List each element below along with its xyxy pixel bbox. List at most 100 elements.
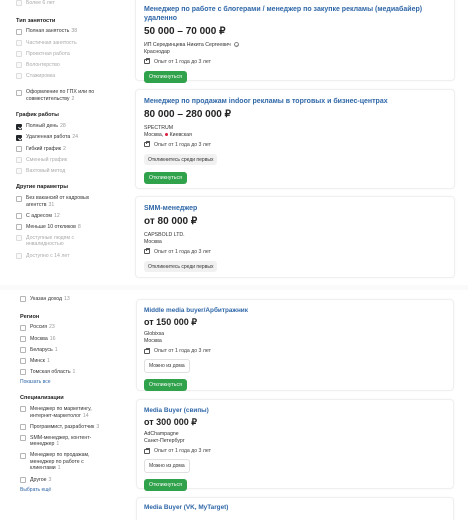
filter-option[interactable]: Вахтовый метод — [16, 168, 112, 175]
vacancy-employer[interactable]: CAPSBOLD LTD. — [144, 232, 446, 238]
choose-more-specializations-link[interactable]: Выбрать ещё — [20, 487, 100, 493]
filter-option[interactable]: Сменный график — [16, 157, 112, 164]
checkbox[interactable] — [20, 296, 26, 303]
briefcase-icon — [144, 447, 151, 454]
checkbox[interactable] — [16, 252, 22, 259]
filter-option[interactable]: Программист, разработчик 3 — [20, 424, 100, 431]
checkbox[interactable] — [16, 224, 22, 231]
vacancy-title-link[interactable]: Media Buyer (VK, MyTarget) — [144, 504, 446, 512]
verified-icon — [233, 42, 239, 47]
filter-option[interactable]: Москва 16 — [20, 336, 100, 343]
checkbox-checked[interactable] — [16, 134, 22, 141]
vacancy-title-link[interactable]: Middle media buyer/Арбитражник — [144, 307, 446, 315]
vacancy-card: Media Buyer (свипы) от 300 000 ₽ AdChamp… — [136, 399, 454, 491]
checkbox[interactable] — [20, 452, 26, 459]
specializations-group-title: Специализации — [20, 395, 64, 402]
schedule-group-title: График работы — [16, 112, 59, 119]
vacancy-salary: от 150 000 ₽ — [144, 317, 197, 327]
vacancy-employer[interactable]: SPECTRUM — [144, 125, 446, 131]
checkbox[interactable] — [16, 50, 22, 57]
vacancy-salary: от 300 000 ₽ — [144, 417, 197, 427]
filter-option[interactable]: SMM-менеджер, контент-менеджер 1 — [20, 435, 100, 448]
checkbox[interactable] — [20, 424, 26, 431]
apply-button[interactable]: Откликнуться — [144, 171, 187, 184]
apply-button[interactable]: Откликнуться — [144, 378, 187, 391]
specializations-options: Менеджер по маркетингу, интернет-маркето… — [20, 406, 100, 483]
checkbox[interactable] — [16, 235, 22, 242]
filter-option[interactable]: Гибкий график 2 — [16, 146, 112, 153]
checkbox[interactable] — [16, 73, 22, 80]
filter-option[interactable]: Томская область 1 — [20, 369, 100, 376]
filter-option[interactable]: Оформление по ГПХ или по совместительств… — [16, 89, 112, 102]
filter-option[interactable]: Удаленная работа 24 — [16, 134, 112, 141]
filter-option[interactable]: Полная занятость 38 — [16, 28, 112, 35]
checkbox[interactable] — [16, 0, 22, 7]
filter-option[interactable]: Россия 23 — [20, 324, 100, 331]
filter-sidebar-top: Более 6 лет Тип занятости Полная занятос… — [16, 0, 112, 264]
vacancy-city: Москва — [144, 238, 162, 245]
vacancy-title-link[interactable]: Менеджер по продажам indoor рекламы в то… — [144, 98, 446, 107]
vacancy-card: Менеджер по работе с блогерами / менедже… — [135, 0, 455, 83]
filter-sidebar-bottom: Указан доход 13 Регион Россия 23 Москва 16 … — [20, 296, 100, 500]
briefcase-icon — [144, 141, 151, 148]
filter-option[interactable]: Другое 3 — [20, 477, 100, 484]
vacancy-title-link[interactable]: Менеджер по работе с блогерами / менедже… — [144, 6, 446, 24]
vacancy-employer[interactable]: Globixsa — [144, 331, 446, 337]
checkbox[interactable] — [16, 145, 22, 152]
filter-option[interactable]: Доступно с 14 лет — [16, 253, 112, 260]
checkbox[interactable] — [16, 213, 22, 220]
employment-options: Полная занятость 38 Частичная занятость П… — [16, 28, 112, 102]
checkbox[interactable] — [20, 335, 26, 342]
respond-first-badge: Откликнитесь среди первых — [144, 154, 218, 166]
filter-option[interactable]: Минск 1 — [20, 358, 100, 365]
vacancy-employer[interactable]: ИП Серединцева Никита Сергеевич — [144, 42, 446, 48]
checkbox[interactable] — [16, 62, 22, 69]
employment-group-title: Тип занятости — [16, 17, 56, 24]
checkbox[interactable] — [20, 358, 26, 365]
checkbox[interactable] — [16, 89, 22, 96]
filter-option[interactable]: Проектная работа — [16, 51, 112, 58]
filter-option[interactable]: Доступные людям с инвалидностью — [16, 235, 112, 248]
vacancy-card: Media Buyer (VK, MyTarget) — [136, 497, 454, 520]
vacancy-title-link[interactable]: Media Buyer (свипы) — [144, 407, 446, 415]
apply-button[interactable]: Откликнуться — [144, 478, 187, 491]
filter-option[interactable]: Менеджер по маркетингу, интернет-маркето… — [20, 406, 100, 419]
filter-option[interactable]: Менеджер по продажам, менеджер по работе… — [20, 452, 100, 472]
vacancy-employer[interactable]: AdChampagne — [144, 431, 446, 437]
apply-button[interactable]: Откликнуться — [144, 70, 187, 83]
vacancy-city: Краснодар — [144, 48, 170, 55]
remote-work-badge: Можно из дома — [144, 459, 190, 473]
filter-option[interactable]: Частичная занятость — [16, 40, 112, 47]
checkbox[interactable] — [16, 195, 22, 202]
checkbox[interactable] — [20, 369, 26, 376]
filter-option[interactable]: Стажировка — [16, 73, 112, 80]
filter-option[interactable]: Меньше 10 откликов 8 — [16, 224, 112, 231]
checkbox[interactable] — [16, 28, 22, 35]
filter-option[interactable]: С адресом 12 — [16, 213, 112, 220]
vacancy-city: Санкт-Петербург — [144, 438, 185, 444]
region-options: Россия 23 Москва 16 Беларусь 1 Минск 1 Томск… — [20, 324, 100, 376]
filter-option[interactable]: Полный день 28 — [16, 123, 112, 130]
checkbox[interactable] — [20, 435, 26, 442]
checkbox-checked[interactable] — [16, 123, 22, 130]
checkbox[interactable] — [20, 476, 26, 483]
checkbox[interactable] — [16, 168, 22, 175]
filter-option[interactable]: Без вакансий от кадровых агентств 31 — [16, 195, 112, 208]
filter-option[interactable]: Указан доход 13 — [20, 296, 100, 303]
vacancy-card: SMM-менеджер от 80 000 ₽ CAPSBOLD LTD. М… — [135, 196, 455, 278]
other-params-group-title: Другие параметры — [16, 184, 68, 191]
show-all-regions-link[interactable]: Показать все — [20, 379, 100, 385]
vacancy-card: Middle media buyer/Арбитражник от 150 00… — [136, 299, 454, 391]
respond-first-badge: Откликнитесь среди первых — [144, 261, 218, 273]
filter-experience-more6[interactable]: Более 6 лет — [16, 0, 112, 7]
vacancy-title-link[interactable]: SMM-менеджер — [144, 205, 446, 214]
checkbox[interactable] — [20, 324, 26, 331]
checkbox[interactable] — [16, 39, 22, 46]
filter-option[interactable]: Волонтерство — [16, 62, 112, 69]
checkbox[interactable] — [20, 406, 26, 413]
vacancy-salary: 50 000 – 70 000 ₽ — [144, 25, 226, 37]
checkbox[interactable] — [16, 156, 22, 163]
filter-option[interactable]: Беларусь 1 — [20, 347, 100, 354]
checkbox[interactable] — [20, 346, 26, 353]
screenshot-divider — [0, 285, 468, 290]
